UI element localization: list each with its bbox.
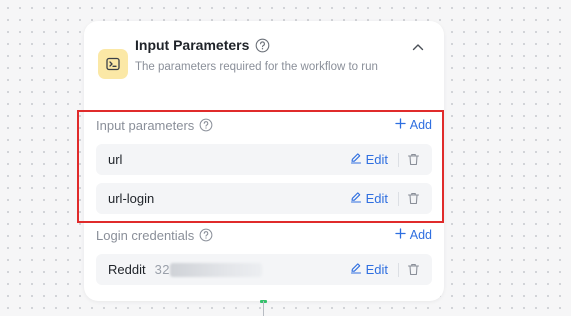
trash-icon[interactable] [407, 263, 420, 276]
connector-line [263, 301, 264, 316]
card-subtitle: The parameters required for the workflow… [135, 61, 378, 73]
help-icon[interactable] [199, 118, 213, 132]
credential-name: Reddit [108, 262, 146, 277]
list-item: url-login Edit [96, 183, 432, 214]
input-parameters-label: Input parameters [96, 117, 195, 133]
edit-label: Edit [365, 191, 388, 206]
divider [398, 191, 399, 206]
divider [398, 152, 399, 167]
divider [398, 262, 399, 277]
pencil-icon [350, 191, 362, 206]
input-parameters-card: Input Parameters The parameters required… [84, 21, 444, 301]
login-credentials-label: Login credentials [96, 227, 195, 243]
input-parameters-header: Input parameters Add [96, 116, 432, 134]
edit-button[interactable]: Edit [350, 191, 388, 206]
help-icon[interactable] [255, 38, 270, 53]
parameter-name: url [108, 152, 123, 167]
list-item: url Edit [96, 144, 432, 175]
pencil-icon [350, 262, 362, 277]
terminal-icon [98, 49, 128, 79]
edit-button[interactable]: Edit [350, 262, 388, 277]
login-credentials-header: Login credentials Add [96, 226, 432, 244]
help-icon[interactable] [199, 228, 213, 242]
parameter-name: url-login [108, 191, 155, 206]
edit-label: Edit [365, 152, 388, 167]
chevron-up-icon[interactable] [410, 39, 426, 55]
trash-icon[interactable] [407, 153, 420, 166]
add-login-credential-button[interactable]: Add [395, 228, 432, 242]
add-label: Add [409, 118, 432, 132]
trash-icon[interactable] [407, 192, 420, 205]
credential-id-redacted: 32 [155, 262, 263, 278]
card-title: Input Parameters [135, 37, 250, 53]
add-label: Add [409, 228, 432, 242]
list-item: Reddit 32 Edit [96, 254, 432, 285]
add-input-parameter-button[interactable]: Add [395, 118, 432, 132]
plus-icon [395, 118, 406, 132]
edit-label: Edit [365, 262, 388, 277]
plus-icon [395, 228, 406, 242]
edit-button[interactable]: Edit [350, 152, 388, 167]
pencil-icon [350, 152, 362, 167]
